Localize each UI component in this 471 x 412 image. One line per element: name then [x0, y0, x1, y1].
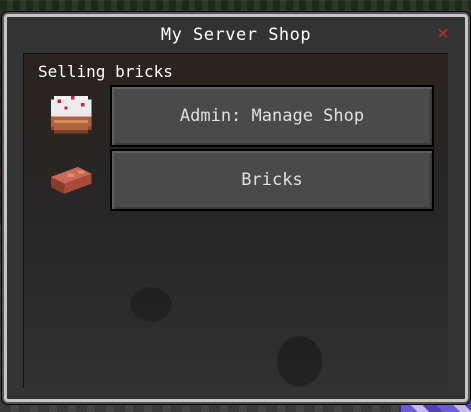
cake-icon [44, 86, 98, 140]
bricks-button[interactable]: Bricks [110, 149, 434, 211]
shop-panel: Selling bricks Admin: Manage Shop Bricks [23, 53, 448, 388]
close-icon[interactable]: × [435, 25, 451, 41]
shop-dialog: My Server Shop × Selling bricks Admin: M… [4, 14, 468, 402]
admin-manage-shop-button[interactable]: Admin: Manage Shop [110, 85, 434, 147]
shop-subtitle: Selling bricks [38, 62, 173, 81]
brick-icon [44, 150, 98, 204]
dialog-title: My Server Shop [160, 25, 312, 45]
